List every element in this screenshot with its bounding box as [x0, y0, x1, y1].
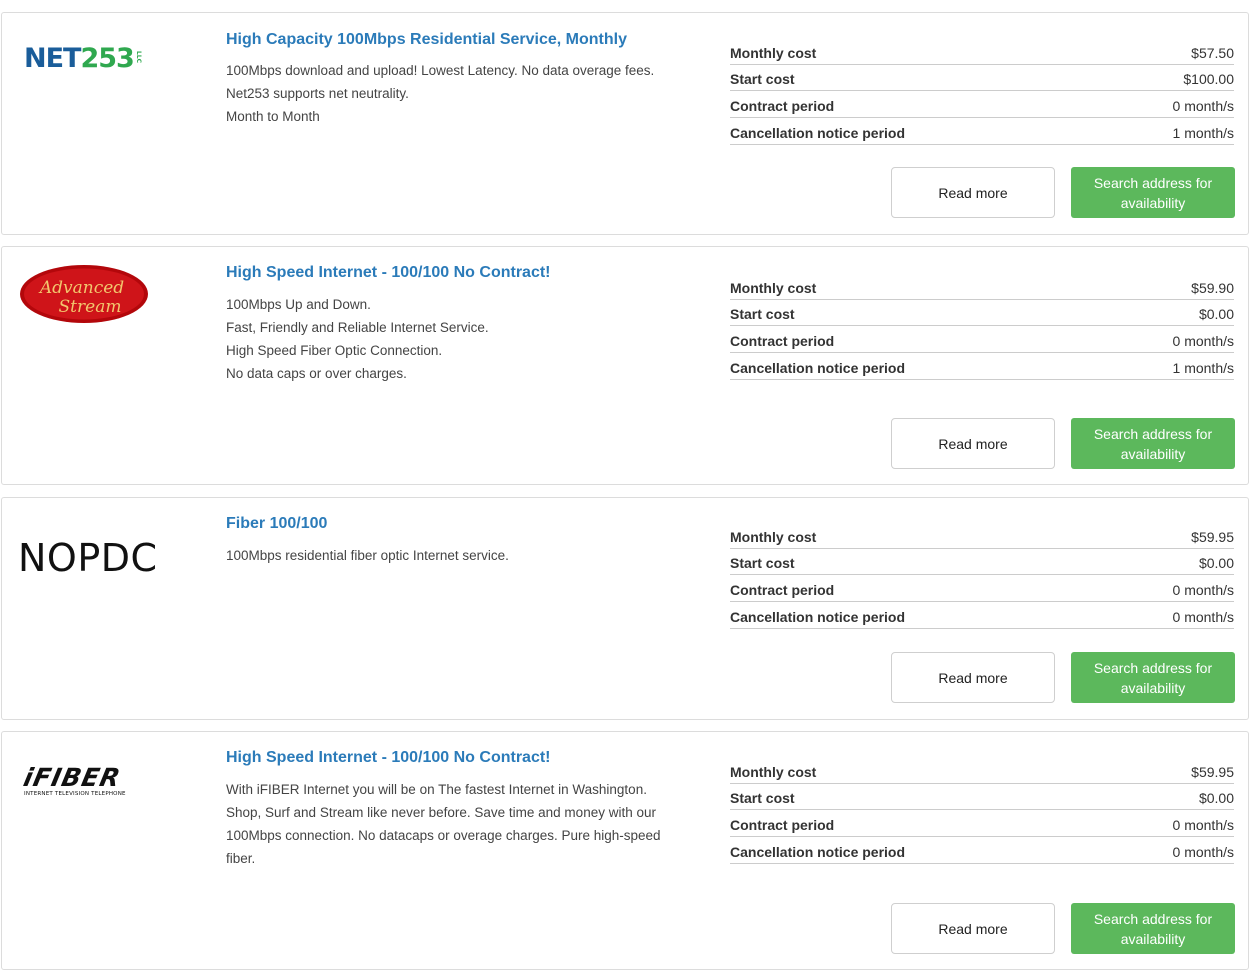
- spec-row: Cancellation notice period 1 month/s: [730, 353, 1234, 380]
- search-availability-button[interactable]: Search address for availability: [1071, 903, 1235, 954]
- spec-label: Cancellation notice period: [730, 359, 906, 376]
- search-availability-button[interactable]: Search address for availability: [1071, 167, 1235, 218]
- spec-value: $59.95: [1191, 763, 1234, 780]
- spec-table: Monthly cost $59.95 Start cost $0.00 Contr…: [730, 522, 1234, 629]
- listing-title[interactable]: High Speed Internet - 100/100 No Contrac…: [226, 749, 551, 767]
- listing-title[interactable]: High Capacity 100Mbps Residential Servic…: [226, 31, 627, 49]
- read-more-button[interactable]: Read more: [891, 167, 1055, 218]
- nopdc-logo: NOPDC: [18, 536, 158, 580]
- search-availability-button[interactable]: Search address for availability: [1071, 652, 1235, 703]
- spec-value: 0 month/s: [1172, 98, 1234, 115]
- spec-label: Monthly cost: [730, 763, 817, 780]
- listing-card: NET253 LLC High Capacity 100Mbps Resident…: [1, 12, 1249, 235]
- read-more-button[interactable]: Read more: [891, 652, 1055, 703]
- spec-table: Monthly cost $59.90 Start cost $0.00 Contr…: [730, 273, 1234, 380]
- spec-label: Start cost: [730, 71, 795, 88]
- spec-row: Monthly cost $59.90: [730, 273, 1234, 300]
- advanced-stream-logo: Advanced Stream: [20, 265, 148, 323]
- provider-logo: NET253 LLC: [18, 29, 158, 89]
- description-line: 100Mbps download and upload! Lowest Late…: [226, 63, 655, 78]
- spec-value: $57.50: [1191, 44, 1234, 61]
- spec-value: $0.00: [1198, 790, 1234, 807]
- spec-label: Start cost: [730, 555, 795, 572]
- spec-row: Contract period 0 month/s: [730, 91, 1234, 119]
- listing-description: 100Mbps Up and Down. Fast, Friendly and …: [226, 293, 686, 385]
- description-line: With iFIBER Internet you will be on The …: [226, 782, 647, 797]
- listing-card: Advanced Stream High Speed Internet - 10…: [1, 246, 1249, 485]
- spec-label: Cancellation notice period: [730, 843, 906, 860]
- spec-row: Start cost $0.00: [730, 549, 1234, 576]
- svg-text:Advanced: Advanced: [38, 278, 124, 298]
- ifiber-logo: iFIBER INTERNET TELEVISION TELEPHONE: [21, 763, 126, 797]
- spec-value: 1 month/s: [1172, 124, 1234, 141]
- description-line: 100Mbps Up and Down.: [226, 297, 371, 312]
- spec-label: Cancellation notice period: [730, 124, 906, 141]
- spec-row: Cancellation notice period 0 month/s: [730, 837, 1234, 864]
- spec-label: Contract period: [730, 817, 835, 834]
- spec-label: Cancellation notice period: [730, 608, 906, 625]
- spec-value: $59.90: [1191, 279, 1234, 296]
- spec-value: 0 month/s: [1172, 608, 1234, 625]
- spec-value: 1 month/s: [1172, 359, 1234, 376]
- description-line: High Speed Fiber Optic Connection.: [226, 343, 443, 358]
- spec-value: 0 month/s: [1172, 333, 1234, 350]
- listing-card: iFIBER INTERNET TELEVISION TELEPHONE Hig…: [1, 731, 1249, 970]
- spec-label: Start cost: [730, 306, 795, 323]
- spec-value: 0 month/s: [1172, 843, 1234, 860]
- spec-row: Contract period 0 month/s: [730, 326, 1234, 354]
- listing-description: 100Mbps residential fiber optic Internet…: [226, 544, 686, 567]
- provider-logo: Advanced Stream: [18, 263, 158, 323]
- spec-value: $0.00: [1198, 306, 1234, 323]
- listing-card: NOPDC Fiber 100/100 100Mbps residential …: [1, 497, 1249, 720]
- spec-label: Monthly cost: [730, 279, 817, 296]
- description-line: fiber.: [226, 851, 256, 866]
- spec-value: 0 month/s: [1172, 582, 1234, 599]
- spec-row: Monthly cost $57.50: [730, 38, 1234, 65]
- spec-row: Start cost $100.00: [730, 65, 1234, 92]
- spec-row: Start cost $0.00: [730, 784, 1234, 811]
- spec-value: $0.00: [1198, 555, 1234, 572]
- spec-label: Monthly cost: [730, 44, 817, 61]
- spec-row: Cancellation notice period 0 month/s: [730, 602, 1234, 629]
- description-line: Shop, Surf and Stream like never before.…: [226, 805, 656, 820]
- spec-label: Contract period: [730, 333, 835, 350]
- description-line: Fast, Friendly and Reliable Internet Ser…: [226, 320, 489, 335]
- description-line: Net253 supports net neutrality.: [226, 86, 409, 101]
- spec-row: Contract period 0 month/s: [730, 575, 1234, 603]
- spec-value: $59.95: [1191, 528, 1234, 545]
- spec-table: Monthly cost $57.50 Start cost $100.00 Con…: [730, 38, 1234, 145]
- listing-title[interactable]: High Speed Internet - 100/100 No Contrac…: [226, 264, 551, 282]
- description-line: 100Mbps connection. No datacaps or overa…: [226, 828, 661, 843]
- spec-row: Monthly cost $59.95: [730, 757, 1234, 784]
- spec-row: Start cost $0.00: [730, 300, 1234, 327]
- spec-label: Contract period: [730, 98, 835, 115]
- provider-logo: NOPDC: [18, 514, 158, 580]
- listing-description: 100Mbps download and upload! Lowest Late…: [226, 59, 686, 128]
- svg-text:Stream: Stream: [59, 297, 122, 317]
- provider-logo: iFIBER INTERNET TELEVISION TELEPHONE: [18, 748, 158, 808]
- spec-row: Monthly cost $59.95: [730, 522, 1234, 549]
- spec-row: Contract period 0 month/s: [730, 810, 1234, 838]
- spec-label: Monthly cost: [730, 528, 817, 545]
- net253-logo: NET253 LLC: [24, 43, 142, 74]
- spec-table: Monthly cost $59.95 Start cost $0.00 Contr…: [730, 757, 1234, 864]
- spec-value: $100.00: [1183, 71, 1234, 88]
- listing-title[interactable]: Fiber 100/100: [226, 515, 327, 533]
- description-line: Month to Month: [226, 109, 320, 124]
- read-more-button[interactable]: Read more: [891, 903, 1055, 954]
- spec-label: Start cost: [730, 790, 795, 807]
- listing-description: With iFIBER Internet you will be on The …: [226, 778, 686, 870]
- spec-row: Cancellation notice period 1 month/s: [730, 118, 1234, 145]
- spec-value: 0 month/s: [1172, 817, 1234, 834]
- description-line: 100Mbps residential fiber optic Internet…: [226, 548, 509, 563]
- search-availability-button[interactable]: Search address for availability: [1071, 418, 1235, 469]
- spec-label: Contract period: [730, 582, 835, 599]
- description-line: No data caps or over charges.: [226, 366, 407, 381]
- read-more-button[interactable]: Read more: [891, 418, 1055, 469]
